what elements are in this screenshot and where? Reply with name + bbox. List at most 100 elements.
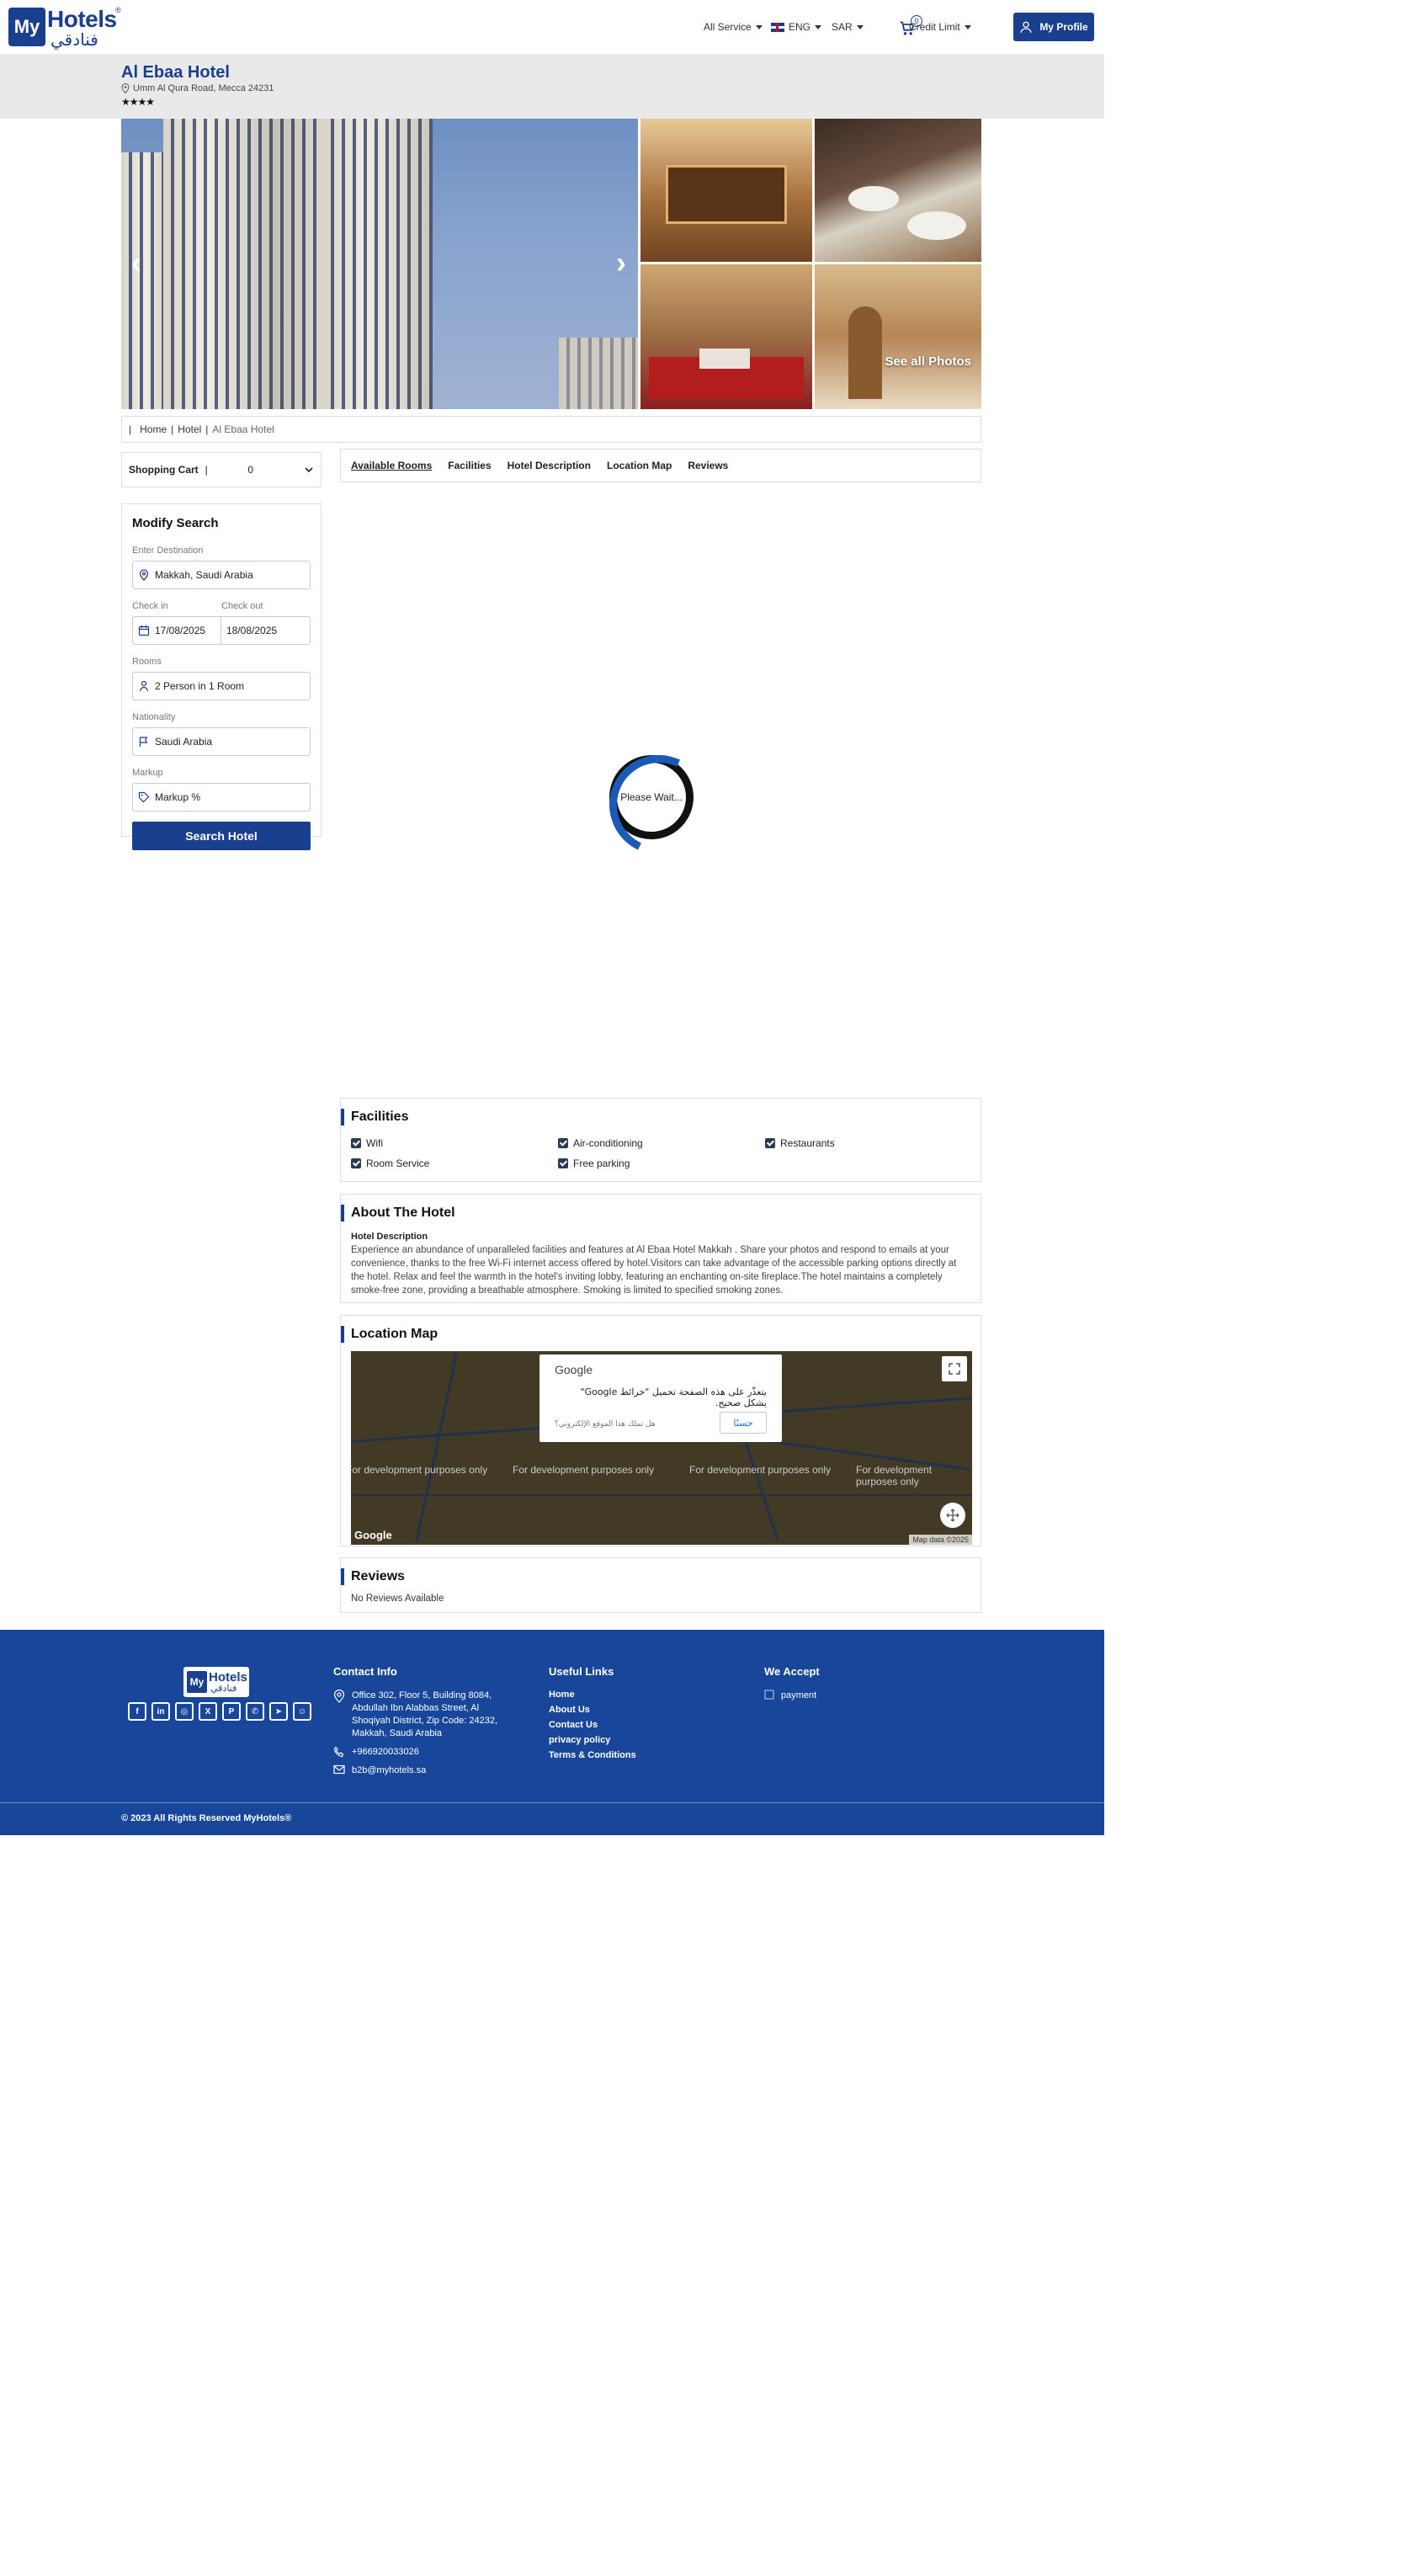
map-camera-control[interactable]: [940, 1503, 965, 1528]
building-shape: [163, 119, 273, 409]
checkin-label: Check in: [132, 601, 168, 611]
all-service-dropdown[interactable]: All Service: [704, 0, 763, 54]
breadcrumb-home[interactable]: Home: [140, 423, 167, 435]
gallery-next-arrow[interactable]: ›: [616, 245, 626, 280]
tab-hotel-description[interactable]: Hotel Description: [508, 460, 591, 471]
telegram-icon[interactable]: ➤: [269, 1702, 288, 1721]
credit-limit-dropdown[interactable]: Credit Limit: [909, 0, 971, 54]
facilities-title: Facilities: [341, 1109, 970, 1126]
logo-registered: ®: [115, 6, 121, 14]
see-all-photos-link[interactable]: See all Photos: [885, 354, 971, 369]
search-hotel-button[interactable]: Search Hotel: [132, 822, 311, 850]
facility-item: Wifi: [351, 1137, 558, 1149]
tab-facilities[interactable]: Facilities: [448, 460, 491, 471]
dialog-ok-button[interactable]: حسنًا: [720, 1412, 767, 1434]
facility-item: Free parking: [558, 1158, 765, 1169]
shopping-cart-toggle[interactable]: Shopping Cart | 0: [121, 452, 322, 487]
gallery-thumb-reception[interactable]: [640, 119, 812, 262]
copyright-text: © 2023 All Rights Reserved MyHotels®: [121, 1813, 292, 1823]
facebook-icon[interactable]: f: [128, 1702, 146, 1721]
gallery-thumb-buffet[interactable]: [815, 119, 981, 262]
footer-link-terms[interactable]: Terms & Conditions: [549, 1750, 636, 1760]
dialog-message: يتعذّر على هذه الصفحة تحميل "خرائط Googl…: [580, 1386, 768, 1408]
checkout-label: Check out: [221, 601, 263, 611]
checkbox-checked-icon: [351, 1158, 361, 1168]
logo-arabic: فنادقي: [50, 29, 98, 50]
snapchat-icon[interactable]: ☺: [293, 1702, 311, 1721]
modify-search-title: Modify Search: [132, 516, 219, 530]
instagram-icon[interactable]: ◎: [175, 1702, 194, 1721]
footer-logo[interactable]: My Hotels فنادقي: [183, 1667, 249, 1697]
nationality-field[interactable]: Saudi Arabia: [132, 727, 311, 756]
building-shape: [323, 119, 433, 409]
footer-link-about[interactable]: About Us: [549, 1705, 636, 1715]
dialog-google-title: Google: [555, 1363, 593, 1376]
date-fields: Check in 17/08/2025 Check out 18/08/2025: [132, 601, 311, 657]
logo-my: My: [8, 8, 45, 46]
google-map[interactable]: For development purposes only For develo…: [351, 1351, 972, 1545]
checkin-field[interactable]: 17/08/2025: [132, 616, 221, 645]
shopping-cart-count: 0: [247, 464, 253, 476]
main-photo[interactable]: ‹ ›: [121, 119, 638, 409]
my-profile-button[interactable]: My Profile: [1013, 13, 1094, 41]
facility-item: Restaurants: [765, 1137, 972, 1149]
hotel-address: Umm Al Qura Road, Mecca 24231: [121, 83, 274, 93]
footer-logo-my: My: [187, 1671, 207, 1693]
move-icon: [946, 1509, 959, 1522]
tab-location-map[interactable]: Location Map: [607, 460, 672, 471]
building-shape: [273, 119, 323, 409]
loading-text: Please Wait...: [620, 791, 683, 803]
breadcrumb-hotel[interactable]: Hotel: [178, 423, 201, 435]
chevron-down-icon: [305, 467, 313, 473]
x-twitter-icon[interactable]: X: [199, 1702, 217, 1721]
footer-link-contact[interactable]: Contact Us: [549, 1720, 636, 1730]
facilities-list: Wifi Air-conditioning Restaurants Room S…: [351, 1137, 970, 1169]
breadcrumb-current: Al Ebaa Hotel: [212, 423, 274, 435]
phone-icon: [333, 1746, 344, 1758]
footer-email[interactable]: b2b@myhotels.sa: [333, 1764, 514, 1777]
markup-field[interactable]: Markup %: [132, 783, 311, 812]
dev-watermark: For development purposes only: [689, 1464, 832, 1476]
destination-field[interactable]: Makkah, Saudi Arabia: [132, 561, 311, 589]
currency-label: SAR: [832, 21, 853, 33]
gallery-prev-arrow[interactable]: ‹: [131, 245, 141, 280]
checkbox-checked-icon: [558, 1158, 568, 1168]
gallery-thumb-lounge[interactable]: See all Photos: [815, 264, 981, 409]
location-pin-icon: [121, 83, 130, 93]
mail-icon: [333, 1764, 345, 1775]
rooms-field[interactable]: 2 Person in 1 Room: [132, 672, 311, 700]
uk-flag-icon: [771, 22, 784, 32]
myhotels-logo[interactable]: My Hotels فنادقي ®: [8, 6, 121, 50]
language-label: ENG: [789, 21, 811, 33]
tab-available-rooms[interactable]: Available Rooms: [351, 460, 432, 471]
hotel-description-text: Experience an abundance of unparalleled …: [351, 1245, 957, 1296]
linkedin-icon[interactable]: in: [151, 1702, 170, 1721]
facility-item: Room Service: [351, 1158, 558, 1169]
flag-icon: [139, 737, 148, 747]
all-service-label: All Service: [704, 21, 752, 33]
fullscreen-button[interactable]: [942, 1356, 967, 1381]
tab-reviews[interactable]: Reviews: [688, 460, 728, 471]
footer-phone[interactable]: +966920033026: [333, 1746, 514, 1759]
currency-dropdown[interactable]: SAR: [832, 0, 864, 54]
map-attribution: Map data ©2025: [909, 1535, 972, 1545]
gallery-thumb-lobby[interactable]: [640, 264, 812, 409]
hotel-description-heading: Hotel Description: [351, 1232, 428, 1242]
footer-link-privacy[interactable]: privacy policy: [549, 1735, 636, 1745]
fullscreen-icon: [949, 1363, 960, 1375]
hotel-name: Al Ebaa Hotel: [121, 63, 230, 82]
footer-link-home[interactable]: Home: [549, 1690, 636, 1700]
checkout-field[interactable]: 18/08/2025: [221, 616, 311, 645]
markup-placeholder: Markup %: [155, 791, 201, 803]
language-dropdown[interactable]: ENG: [771, 0, 822, 54]
footer: My Hotels فنادقي f in ◎ X P ✆ ➤ ☺ Contac…: [0, 1630, 1104, 1835]
whatsapp-icon[interactable]: ✆: [246, 1702, 264, 1721]
loading-spinner: Please Wait...: [609, 755, 694, 839]
rooms-value: 2 Person in 1 Room: [155, 680, 245, 692]
checkin-value: 17/08/2025: [155, 625, 206, 636]
checkout-value: 18/08/2025: [226, 625, 278, 636]
dialog-own-site-link[interactable]: هل تملك هذا الموقع الإلكتروني؟: [555, 1420, 656, 1429]
caret-down-icon: [856, 24, 864, 29]
pinterest-icon[interactable]: P: [222, 1702, 241, 1721]
breadcrumb: | Home | Hotel | Al Ebaa Hotel: [121, 416, 981, 443]
